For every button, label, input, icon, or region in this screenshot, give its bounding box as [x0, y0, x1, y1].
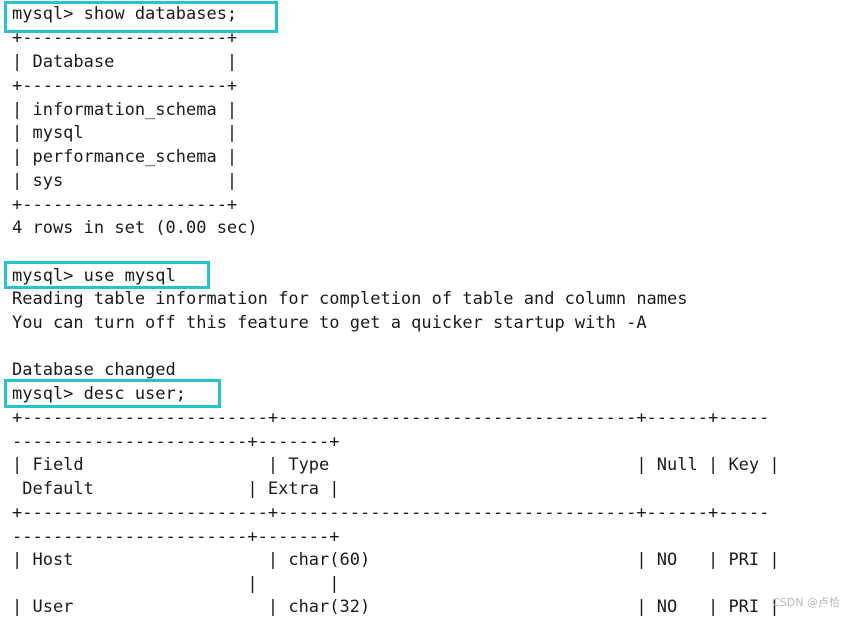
- terminal-line-command: mysql> desc user;: [12, 384, 186, 404]
- terminal-line: +--------------------+: [12, 28, 238, 48]
- terminal-line: 4 rows in set (0.00 sec): [12, 218, 258, 238]
- terminal-line: | |: [12, 574, 340, 594]
- terminal-line: | User | char(32) | NO | PRI |: [12, 597, 780, 617]
- terminal-line: You can turn off this feature to get a q…: [12, 313, 647, 333]
- terminal-line: | Field | Type | Null | Key |: [12, 455, 780, 475]
- terminal-line: +--------------------+: [12, 195, 238, 215]
- terminal-line: -----------------------+-------+: [12, 432, 340, 452]
- terminal-line: | information_schema |: [12, 100, 238, 120]
- terminal-line: +------------------------+--------------…: [12, 408, 770, 428]
- terminal-line-command: mysql> show databases;: [12, 4, 238, 24]
- terminal-line: | performance_schema |: [12, 147, 238, 167]
- csdn-watermark: CSDN @卢恰: [772, 596, 840, 609]
- terminal-line: Reading table information for completion…: [12, 289, 688, 309]
- terminal-line: | mysql |: [12, 123, 238, 143]
- terminal-line: | sys |: [12, 171, 238, 191]
- terminal-line-command: mysql> use mysql: [12, 266, 176, 286]
- terminal-window[interactable]: mysql> show databases; +----------------…: [0, 0, 854, 618]
- terminal-line: +------------------------+--------------…: [12, 503, 770, 523]
- terminal-line: Default | Extra |: [12, 479, 340, 499]
- terminal-line: Database changed: [12, 360, 176, 380]
- terminal-line: +--------------------+: [12, 76, 238, 96]
- terminal-line: -----------------------+-------+: [12, 527, 340, 547]
- terminal-line: | Host | char(60) | NO | PRI |: [12, 550, 780, 570]
- terminal-line: | Database |: [12, 52, 238, 72]
